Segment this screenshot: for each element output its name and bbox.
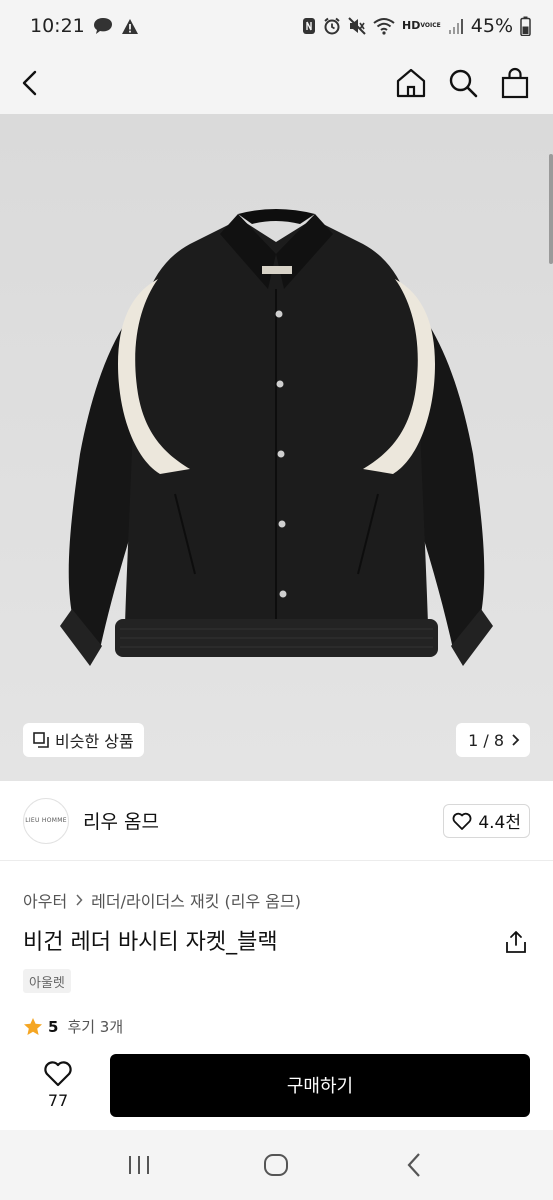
hd-voice-indicator: HD VOICE bbox=[402, 19, 441, 32]
breadcrumb: 아우터 레더/라이더스 재킷 (리우 옴므) bbox=[23, 888, 301, 912]
buy-button[interactable]: 구매하기 bbox=[110, 1053, 530, 1117]
home-button[interactable] bbox=[393, 63, 429, 103]
back-button[interactable] bbox=[20, 61, 60, 105]
similar-products-label: 비슷한 상품 bbox=[55, 732, 134, 751]
nfc-icon bbox=[302, 17, 316, 35]
shop-like-count: 4.4천 bbox=[478, 813, 521, 833]
warning-icon bbox=[121, 18, 139, 35]
hd-label: HD bbox=[402, 19, 421, 32]
recent-apps-button[interactable] bbox=[109, 1140, 169, 1190]
similar-products-button[interactable]: 비슷한 상품 bbox=[23, 723, 144, 757]
bag-icon bbox=[501, 67, 529, 99]
wishlist-button[interactable]: 77 bbox=[30, 1060, 86, 1110]
chevron-right-icon bbox=[76, 894, 83, 906]
voice-label: VOICE bbox=[420, 22, 441, 29]
home-nav-button[interactable] bbox=[246, 1140, 306, 1190]
mute-icon bbox=[348, 17, 366, 35]
product-image-carousel[interactable]: 비슷한 상품 1 / 8 bbox=[0, 114, 553, 781]
system-nav-bar bbox=[0, 1130, 553, 1200]
alarm-icon bbox=[323, 17, 341, 35]
status-bar: 10:21 HD VOICE 45% bbox=[0, 0, 553, 52]
rating-row[interactable]: 5 후기 3개 bbox=[23, 1016, 123, 1037]
back-icon bbox=[22, 70, 37, 96]
recent-apps-icon bbox=[128, 1156, 149, 1174]
star-icon bbox=[24, 1018, 42, 1035]
search-icon bbox=[449, 69, 478, 98]
cart-button[interactable] bbox=[497, 63, 533, 103]
jacket-image bbox=[60, 209, 493, 666]
shop-row[interactable]: LIEU HOMME 리우 옴므 4.4천 bbox=[0, 781, 553, 861]
share-button[interactable] bbox=[503, 928, 529, 956]
rating-value: 5 bbox=[48, 1017, 59, 1036]
app-header bbox=[0, 52, 553, 114]
share-icon bbox=[506, 931, 526, 953]
shop-like-button[interactable]: 4.4천 bbox=[443, 803, 530, 838]
heart-icon bbox=[44, 1061, 72, 1087]
pager-label: 1 / 8 bbox=[468, 730, 504, 750]
home-icon bbox=[396, 68, 426, 98]
shop-name[interactable]: 리우 옴므 bbox=[83, 807, 159, 834]
signal-icon bbox=[448, 18, 464, 35]
wishlist-count: 77 bbox=[47, 1091, 69, 1110]
product-title: 비건 레더 바시티 자켓_블랙 bbox=[23, 930, 278, 955]
status-time: 10:21 bbox=[30, 15, 85, 37]
purchase-bar: 77 구매하기 bbox=[0, 1040, 553, 1130]
wifi-icon bbox=[373, 17, 395, 35]
home-circle-icon bbox=[264, 1154, 289, 1176]
shop-logo-text: LIEU HOMME bbox=[25, 817, 67, 824]
review-count[interactable]: 후기 3개 bbox=[67, 1016, 123, 1037]
chat-icon bbox=[93, 17, 113, 35]
breadcrumb-subcategory[interactable]: 레더/라이더스 재킷 (리우 옴므) bbox=[91, 888, 301, 912]
image-pager[interactable]: 1 / 8 bbox=[456, 723, 530, 757]
outlet-tag: 아울렛 bbox=[23, 969, 71, 993]
battery-percent: 45% bbox=[470, 15, 513, 37]
search-button[interactable] bbox=[445, 63, 481, 103]
back-nav-button[interactable] bbox=[384, 1140, 444, 1190]
shop-logo[interactable]: LIEU HOMME bbox=[23, 797, 69, 844]
battery-icon bbox=[520, 16, 531, 36]
chevron-right-icon bbox=[512, 734, 520, 746]
heart-icon bbox=[452, 812, 472, 830]
breadcrumb-category[interactable]: 아우터 bbox=[23, 888, 67, 912]
similar-icon bbox=[33, 732, 49, 748]
back-nav-icon bbox=[407, 1153, 420, 1177]
